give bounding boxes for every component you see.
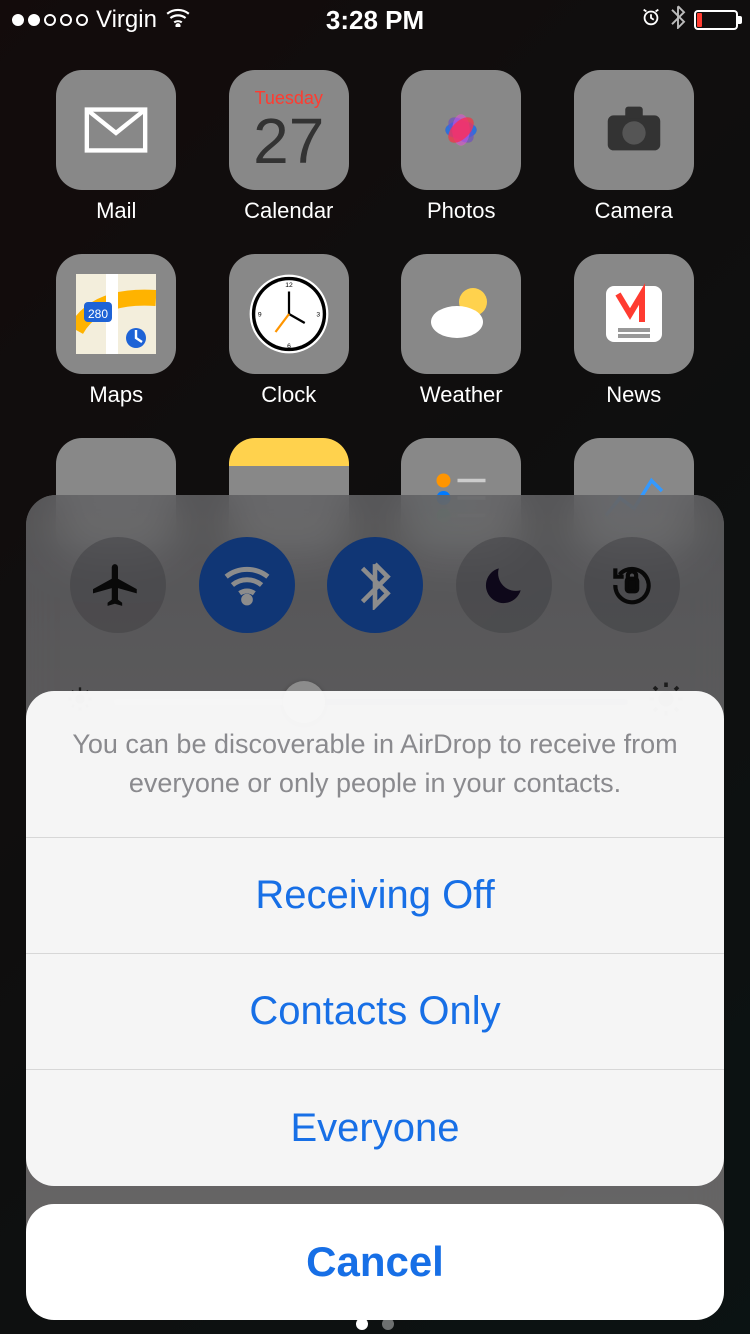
app-label: Calendar (244, 198, 333, 224)
news-icon (574, 254, 694, 374)
calendar-icon: Tuesday 27 (229, 70, 349, 190)
camera-icon (574, 70, 694, 190)
option-receiving-off[interactable]: Receiving Off (26, 838, 724, 954)
app-weather[interactable]: Weather (375, 254, 548, 408)
svg-text:12: 12 (285, 282, 293, 289)
status-bar: Virgin 3:28 PM (0, 0, 750, 40)
battery-icon (694, 10, 738, 30)
option-everyone[interactable]: Everyone (26, 1070, 724, 1186)
do-not-disturb-toggle[interactable] (456, 537, 552, 633)
airplane-mode-toggle[interactable] (70, 537, 166, 633)
app-label: Camera (595, 198, 673, 224)
rotation-lock-toggle[interactable] (584, 537, 680, 633)
app-maps[interactable]: 280 Maps (30, 254, 203, 408)
ios-home-screen: Mail Tuesday 27 Calendar Photos Camera 2… (0, 0, 750, 1334)
photos-icon (401, 70, 521, 190)
home-app-grid: Mail Tuesday 27 Calendar Photos Camera 2… (0, 70, 750, 558)
svg-text:9: 9 (258, 311, 262, 318)
svg-text:3: 3 (316, 311, 320, 318)
clock-label: 3:28 PM (0, 5, 750, 36)
app-clock[interactable]: 12 3 6 9 Clock (203, 254, 376, 408)
app-photos[interactable]: Photos (375, 70, 548, 224)
maps-icon: 280 (56, 254, 176, 374)
app-calendar[interactable]: Tuesday 27 Calendar (203, 70, 376, 224)
svg-text:6: 6 (287, 343, 291, 350)
mail-icon (56, 70, 176, 190)
svg-text:280: 280 (88, 307, 108, 321)
app-mail[interactable]: Mail (30, 70, 203, 224)
weather-icon (401, 254, 521, 374)
app-label: Photos (427, 198, 496, 224)
app-camera[interactable]: Camera (548, 70, 721, 224)
airdrop-action-sheet: You can be discoverable in AirDrop to re… (26, 691, 724, 1320)
app-label: Mail (96, 198, 136, 224)
app-news[interactable]: News (548, 254, 721, 408)
sheet-message: You can be discoverable in AirDrop to re… (26, 691, 724, 838)
cancel-button[interactable]: Cancel (26, 1204, 724, 1320)
app-label: News (606, 382, 661, 408)
bluetooth-toggle[interactable] (327, 537, 423, 633)
clock-icon: 12 3 6 9 (229, 254, 349, 374)
wifi-toggle[interactable] (199, 537, 295, 633)
app-label: Clock (261, 382, 316, 408)
app-label: Weather (420, 382, 503, 408)
option-contacts-only[interactable]: Contacts Only (26, 954, 724, 1070)
app-label: Maps (89, 382, 143, 408)
